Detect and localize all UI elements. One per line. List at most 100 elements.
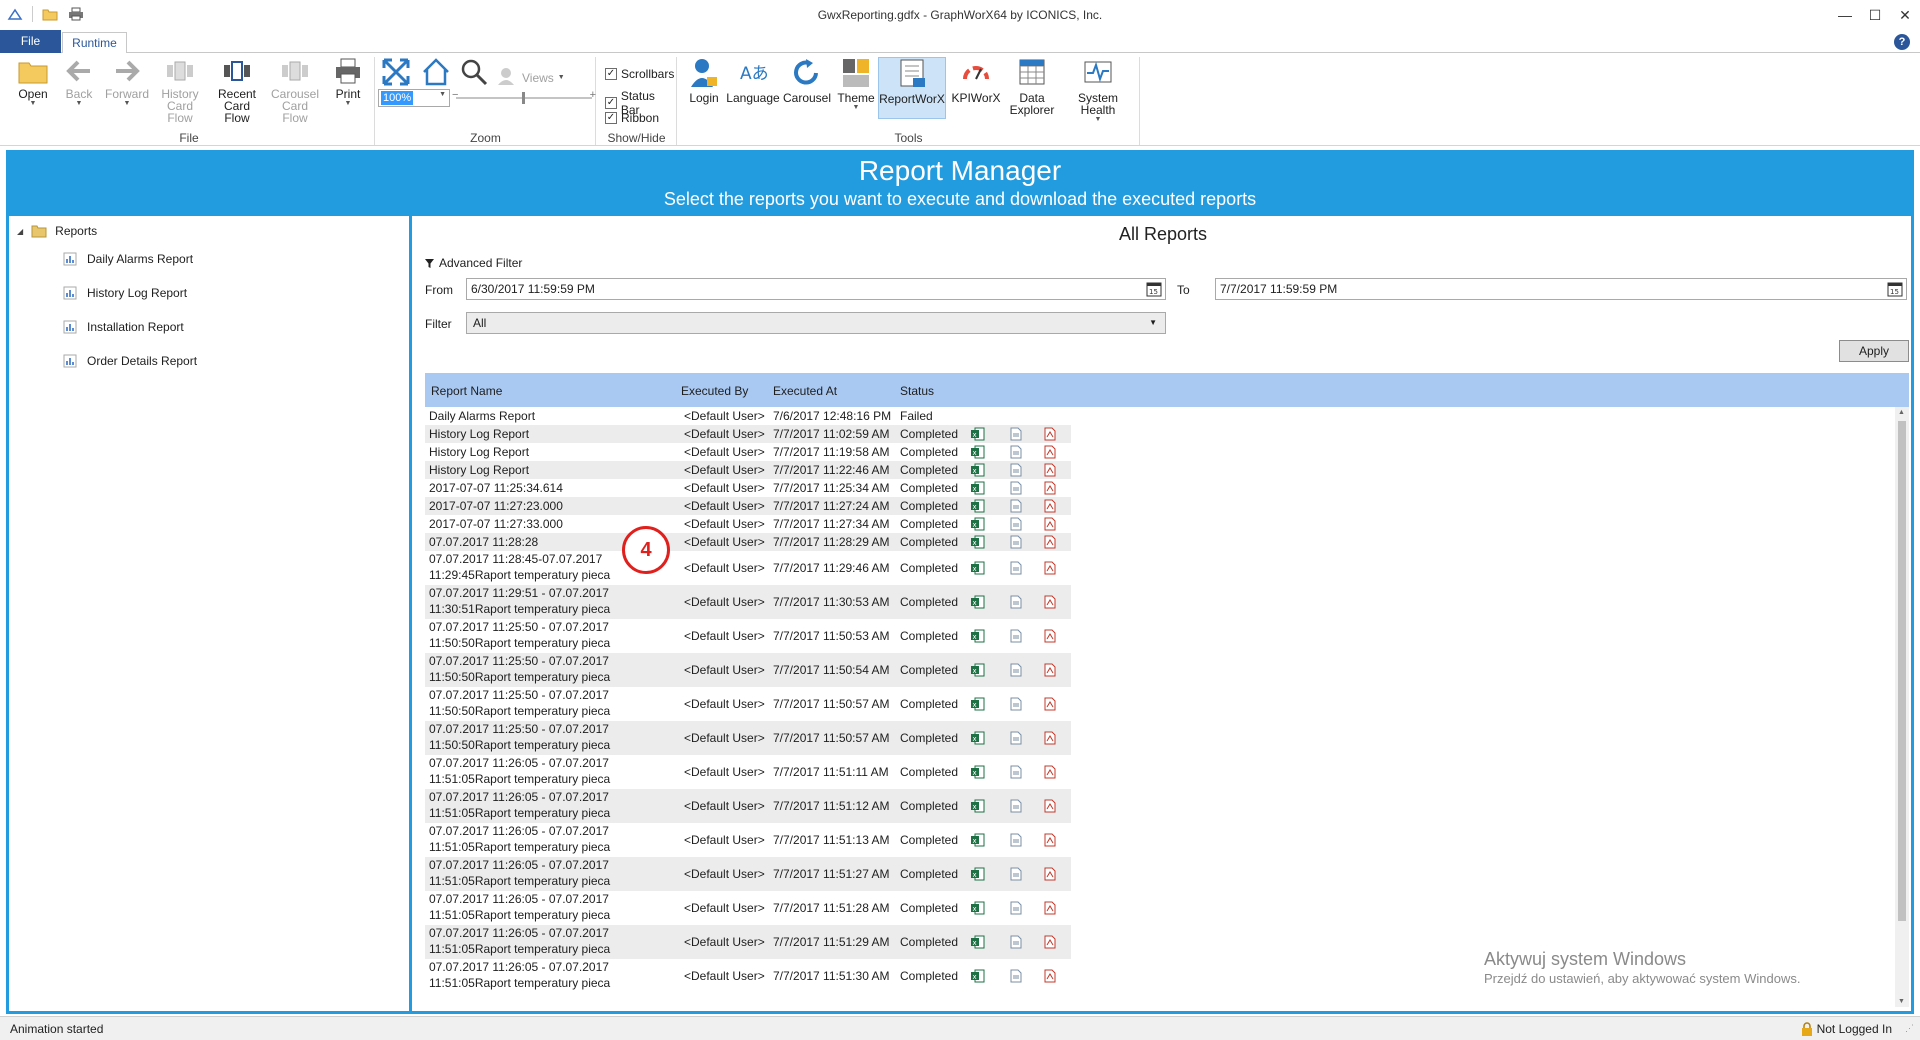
word-download-icon[interactable] [1009,517,1023,531]
table-row[interactable]: 07.07.2017 11:26:05 - 07.07.2017 11:51:05… [425,755,1071,789]
pdf-download-icon[interactable] [1043,833,1057,847]
recent-card-flow-button[interactable]: Recent Card Flow [210,57,264,124]
pdf-download-icon[interactable] [1043,697,1057,711]
views-dropdown[interactable]: Views ▼ [496,65,566,90]
table-row[interactable]: 07.07.2017 11:29:51 - 07.07.2017 11:30:51… [425,585,1071,619]
table-row[interactable]: Daily Alarms Report <Default User> 7/6/2… [425,407,1071,425]
table-row[interactable]: History Log Report <Default User> 7/7/20… [425,461,1071,479]
help-icon[interactable]: ? [1894,34,1910,50]
column-header-executed-by[interactable]: Executed By [681,384,748,398]
excel-download-icon[interactable]: x [971,901,985,915]
login-button[interactable]: Login [684,57,724,104]
word-download-icon[interactable] [1009,663,1023,677]
scroll-up-icon[interactable]: ▲ [1898,409,1905,416]
pdf-download-icon[interactable] [1043,629,1057,643]
excel-download-icon[interactable]: x [971,765,985,779]
pdf-download-icon[interactable] [1043,561,1057,575]
zoom-level-combo[interactable]: 100% ▼ [378,89,450,107]
advanced-filter-toggle[interactable]: Advanced Filter [425,256,522,270]
theme-button[interactable]: Theme ▼ [836,57,876,112]
excel-download-icon[interactable]: x [971,629,985,643]
tree-item-daily-alarms[interactable]: Daily Alarms Report [63,252,193,266]
column-header-status[interactable]: Status [900,384,934,398]
word-download-icon[interactable] [1009,445,1023,459]
pdf-download-icon[interactable] [1043,731,1057,745]
excel-download-icon[interactable]: x [971,517,985,531]
zoom-in-icon[interactable]: + [590,89,596,101]
word-download-icon[interactable] [1009,799,1023,813]
tab-runtime[interactable]: Runtime [62,32,127,54]
word-download-icon[interactable] [1009,629,1023,643]
pdf-download-icon[interactable] [1043,799,1057,813]
table-row[interactable]: 07.07.2017 11:25:50 - 07.07.2017 11:50:50… [425,653,1071,687]
to-date-field[interactable]: 7/7/2017 11:59:59 PM 15 [1215,278,1907,300]
table-row[interactable]: 07.07.2017 11:26:05 - 07.07.2017 11:51:05… [425,891,1071,925]
from-date-field[interactable]: 6/30/2017 11:59:59 PM 15 [466,278,1166,300]
word-download-icon[interactable] [1009,427,1023,441]
table-row[interactable]: History Log Report <Default User> 7/7/20… [425,425,1071,443]
table-row[interactable]: 2017-07-07 11:27:23.000 <Default User> 7… [425,497,1071,515]
excel-download-icon[interactable]: x [971,445,985,459]
pdf-download-icon[interactable] [1043,445,1057,459]
zoom-out-icon[interactable]: − [452,89,458,101]
close-button[interactable]: ✕ [1890,0,1920,30]
calendar-icon[interactable]: 15 [1146,281,1162,297]
table-row[interactable]: 07.07.2017 11:26:05 - 07.07.2017 11:51:05… [425,823,1071,857]
vertical-scrollbar[interactable]: ▲ ▼ [1895,407,1909,1007]
column-header-report-name[interactable]: Report Name [431,384,502,398]
history-card-flow-button[interactable]: History Card Flow [154,57,206,124]
tree-root-reports[interactable]: ◢ Reports [17,224,97,238]
excel-download-icon[interactable]: x [971,697,985,711]
table-row[interactable]: 07.07.2017 11:26:05 - 07.07.2017 11:51:05… [425,857,1071,891]
excel-download-icon[interactable]: x [971,663,985,677]
zoom-search-button[interactable] [456,57,492,90]
column-header-executed-at[interactable]: Executed At [773,384,837,398]
table-row[interactable]: 07.07.2017 11:26:05 - 07.07.2017 11:51:05… [425,925,1071,959]
language-button[interactable]: Aあ Language [726,57,780,104]
system-health-button[interactable]: System Health ▼ [1060,57,1136,124]
maximize-button[interactable]: ☐ [1860,0,1890,30]
home-zoom-button[interactable] [418,57,454,90]
calendar-icon[interactable]: 15 [1887,281,1903,297]
pdf-download-icon[interactable] [1043,765,1057,779]
excel-download-icon[interactable]: x [971,935,985,949]
pdf-download-icon[interactable] [1043,663,1057,677]
print-button[interactable]: Print ▼ [328,57,368,108]
pdf-download-icon[interactable] [1043,499,1057,513]
table-row[interactable]: 2017-07-07 11:25:34.614 <Default User> 7… [425,479,1071,497]
collapse-triangle-icon[interactable]: ◢ [17,227,23,236]
word-download-icon[interactable] [1009,833,1023,847]
carousel-card-flow-button[interactable]: Carousel Card Flow [268,57,322,124]
table-row[interactable]: 07.07.2017 11:26:05 - 07.07.2017 11:51:05… [425,959,1071,993]
excel-download-icon[interactable]: x [971,481,985,495]
kpiworx-button[interactable]: KPIWorX [948,57,1004,104]
pdf-download-icon[interactable] [1043,481,1057,495]
apply-button[interactable]: Apply [1839,340,1909,362]
pdf-download-icon[interactable] [1043,867,1057,881]
scrollbars-checkbox[interactable]: ✓ Scrollbars [605,67,674,81]
excel-download-icon[interactable]: x [971,535,985,549]
table-row[interactable]: 07.07.2017 11:28:45-07.07.2017 11:29:45Ra… [425,551,1071,585]
tree-item-order-details[interactable]: Order Details Report [63,354,197,368]
tab-file[interactable]: File [0,30,61,53]
resize-grip-icon[interactable]: ⋰ [1905,1023,1914,1034]
excel-download-icon[interactable]: x [971,833,985,847]
data-explorer-button[interactable]: Data Explorer [1008,57,1056,116]
pdf-download-icon[interactable] [1043,935,1057,949]
ribbon-checkbox[interactable]: ✓ Ribbon [605,111,659,125]
table-row[interactable]: 07.07.2017 11:26:05 - 07.07.2017 11:51:05… [425,789,1071,823]
pdf-download-icon[interactable] [1043,427,1057,441]
filter-dropdown[interactable]: All ▼ [466,312,1166,334]
pdf-download-icon[interactable] [1043,517,1057,531]
word-download-icon[interactable] [1009,867,1023,881]
minimize-button[interactable]: — [1830,0,1860,30]
table-row[interactable]: 07.07.2017 11:25:50 - 07.07.2017 11:50:50… [425,721,1071,755]
tree-item-history-log[interactable]: History Log Report [63,286,187,300]
excel-download-icon[interactable]: x [971,499,985,513]
pdf-download-icon[interactable] [1043,969,1057,983]
word-download-icon[interactable] [1009,481,1023,495]
reportworx-button[interactable]: ReportWorX [878,57,946,119]
excel-download-icon[interactable]: x [971,867,985,881]
forward-button[interactable]: Forward ▼ [102,57,152,108]
word-download-icon[interactable] [1009,901,1023,915]
